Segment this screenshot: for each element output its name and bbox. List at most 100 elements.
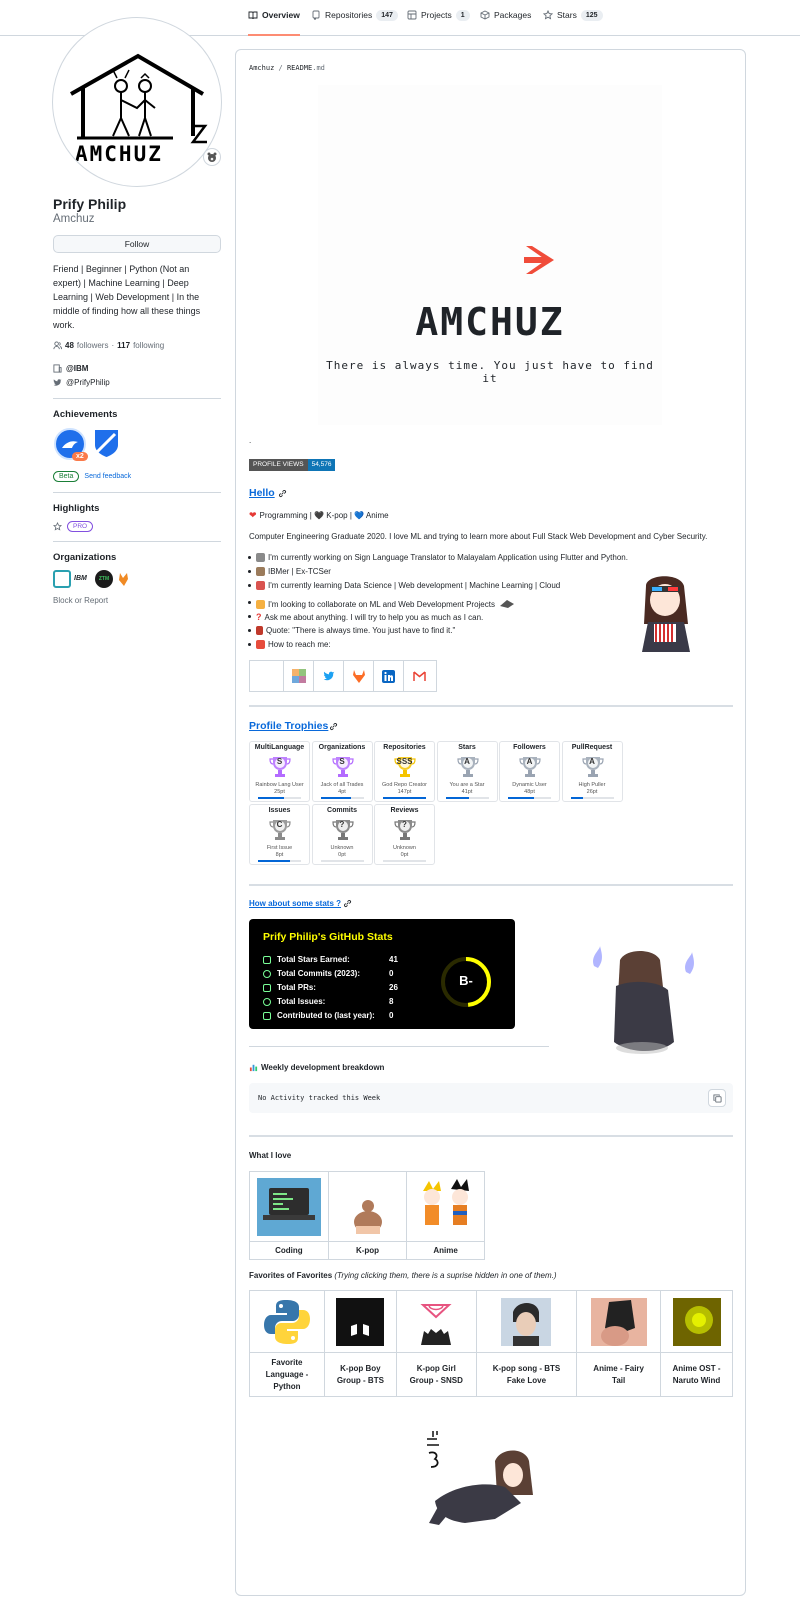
trophy-card[interactable]: PullRequest A High Puller 26pt xyxy=(561,741,623,802)
org-avatar-molecule[interactable] xyxy=(53,570,71,588)
trophy-card[interactable]: Commits? Unknown 0pt xyxy=(311,803,373,865)
hello-text[interactable]: Hello xyxy=(249,487,275,499)
achievement-badge-arctic[interactable] xyxy=(93,428,120,458)
status-emoji[interactable] xyxy=(203,148,221,166)
trophy-card[interactable]: Reviews? Unknown 0pt xyxy=(374,803,435,865)
trophy-points: 48pt xyxy=(524,789,535,795)
kpop-bun-image xyxy=(353,1199,382,1234)
trophies-heading[interactable]: Profile Trophies xyxy=(249,720,338,732)
org-avatar-ibm[interactable]: IBM xyxy=(74,570,92,588)
social-link-polywork[interactable] xyxy=(284,661,314,691)
love-cell-anime[interactable] xyxy=(406,1171,485,1242)
interests-text: Programming | 🖤 K-pop | 💙 Anime xyxy=(259,511,389,520)
social-link-linkedin[interactable] xyxy=(374,661,404,691)
repo-icon xyxy=(263,1011,271,1020)
favorite-cell-bts[interactable] xyxy=(323,1290,397,1353)
trophy-card[interactable]: Followers A Dynamic User 48pt xyxy=(499,741,560,802)
org-avatar-fox[interactable] xyxy=(116,570,134,588)
twitter-icon xyxy=(323,671,334,681)
trophy-rank: ? xyxy=(402,819,407,829)
stat-row: Total PRs: xyxy=(263,983,316,992)
tab-repositories[interactable]: Repositories 147 xyxy=(311,10,398,36)
hello-heading[interactable]: Hello xyxy=(249,487,287,499)
highlights-title: Highlights xyxy=(53,503,100,514)
favorite-cell-naruto-wind[interactable] xyxy=(660,1290,733,1353)
fairy-tail-image xyxy=(590,1297,647,1346)
love-table: Coding K-pop Anime xyxy=(249,1171,485,1260)
org-avatar-ztm[interactable]: ZTM xyxy=(95,570,113,588)
followers-count[interactable]: 48 xyxy=(65,341,74,350)
list-item-text: I'm looking to collaborate on ML and Web… xyxy=(268,599,495,609)
tab-projects[interactable]: Projects 1 xyxy=(407,10,470,36)
trophy-title: MultiLanguage xyxy=(254,744,305,751)
favorite-cell-snsd[interactable] xyxy=(395,1290,477,1353)
anime-girl-image xyxy=(642,576,690,652)
social-link-gmail[interactable] xyxy=(404,661,434,691)
achievements-title[interactable]: Achievements xyxy=(53,409,117,420)
trophy-progress-bar xyxy=(383,797,426,799)
company-item: @IBM xyxy=(53,364,88,373)
list-item: I'm currently learning Data Science | We… xyxy=(248,581,560,590)
favorite-label-line: Anime - Fairy xyxy=(593,1363,644,1373)
github-stats-card[interactable]: Prify Philip's GitHub Stats Total Stars … xyxy=(249,919,515,1029)
social-link-gitlab[interactable] xyxy=(344,661,374,691)
favorite-cell-fairy-tail[interactable] xyxy=(576,1290,661,1353)
trophy-card[interactable]: Stars A You are a Star 41pt xyxy=(436,741,498,802)
section-divider xyxy=(249,705,733,707)
trophy-card[interactable]: Issues C First Issue 8pt xyxy=(249,803,310,865)
trophy-name: You are a Star xyxy=(449,782,485,788)
copy-button[interactable] xyxy=(708,1089,726,1107)
following-count[interactable]: 117 xyxy=(117,341,130,350)
trophy-card[interactable]: Repositories SSS God Repo Creator 147pt xyxy=(374,741,435,802)
weekly-heading: Weekly development breakdown xyxy=(249,1063,384,1072)
list-item-text: I'm currently working on Sign Language T… xyxy=(268,553,628,562)
trophy-progress-bar xyxy=(258,859,301,862)
stats-heading[interactable]: How about some stats ? xyxy=(249,899,352,908)
love-cell-kpop[interactable] xyxy=(327,1171,408,1242)
follow-button[interactable]: Follow xyxy=(53,235,221,253)
list-item: I'm currently working on Sign Language T… xyxy=(248,553,628,562)
love-cell-coding[interactable] xyxy=(249,1171,329,1242)
trophy-card[interactable]: Organizations S Jack of all Trades 4pt xyxy=(311,741,373,802)
send-feedback-link[interactable]: Send feedback xyxy=(84,473,131,480)
favorites-title: Favorites of Favorites xyxy=(249,1271,333,1280)
trophy-title: Reviews xyxy=(390,806,419,814)
banner-tagline: There is always time. You just have to f… xyxy=(326,359,654,385)
favorite-cell-python[interactable] xyxy=(249,1290,325,1353)
fox-icon xyxy=(119,573,128,586)
question-icon: ? xyxy=(256,612,262,622)
followers-label[interactable]: followers xyxy=(77,341,109,350)
stat-label: Contributed to (last year): xyxy=(277,1011,375,1020)
achievements-beta: Beta Send feedback xyxy=(53,471,131,482)
social-link-twitter[interactable] xyxy=(314,661,344,691)
tab-stars[interactable]: Stars 125 xyxy=(543,10,603,36)
block-report-link[interactable]: Block or Report xyxy=(53,596,108,605)
trophies-title[interactable]: Profile Trophies xyxy=(249,720,328,732)
naruto-wind-image xyxy=(672,1297,721,1346)
issue-icon xyxy=(263,997,271,1006)
fake-love-image xyxy=(501,1297,552,1346)
following-label[interactable]: following xyxy=(133,341,164,350)
bear-emoji-icon xyxy=(207,152,217,162)
office-icon xyxy=(256,567,265,576)
favorite-label: Anime - Fairy Tail xyxy=(576,1352,661,1397)
favorite-label-line: Group - SNSD xyxy=(409,1375,463,1385)
avatar[interactable]: AMCHUZ xyxy=(52,17,222,187)
stats-heading-text[interactable]: How about some stats ? xyxy=(249,899,341,908)
tab-packages[interactable]: Packages xyxy=(480,10,531,36)
favorite-cell-fake-love[interactable] xyxy=(475,1290,578,1353)
readme-path-user[interactable]: Amchuz xyxy=(249,64,274,72)
profile-views-badge[interactable]: PROFILE VIEWS 54,576 xyxy=(249,459,336,471)
tab-overview[interactable]: Overview xyxy=(248,10,300,36)
stats-card-title: Prify Philip's GitHub Stats xyxy=(263,931,393,943)
bar-chart-icon xyxy=(249,1064,258,1072)
twitter-link[interactable]: @PrifyPhilip xyxy=(66,378,110,387)
social-link-empty[interactable] xyxy=(250,661,284,691)
company-link[interactable]: @IBM xyxy=(66,364,88,373)
stat-label: Total Commits (2023): xyxy=(277,969,360,978)
weekly-text: No Activity tracked this Week xyxy=(258,1094,381,1102)
tools-icon xyxy=(256,553,265,562)
pen-icon xyxy=(256,626,263,635)
trophy-card[interactable]: MultiLanguage S Rainbow Lang User 25pt xyxy=(249,741,310,802)
list-item-text: Ask me about anything. I will try to hel… xyxy=(264,612,484,622)
